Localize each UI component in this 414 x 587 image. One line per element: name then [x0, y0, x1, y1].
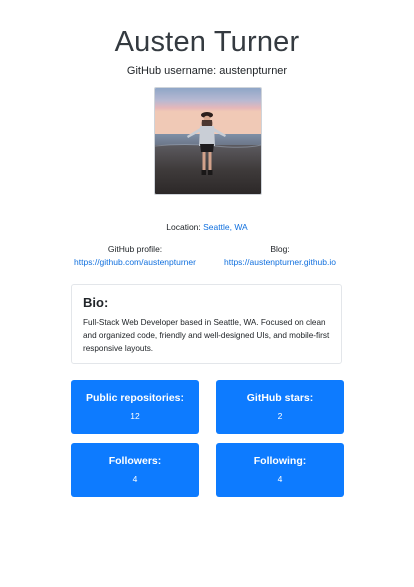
blog-link[interactable]: https://austenpturner.github.io	[224, 257, 336, 267]
location-label: Location:	[166, 222, 201, 232]
profile-name: Austen Turner	[114, 26, 300, 58]
stat-card-github-stars: GitHub stars: 2	[216, 380, 344, 434]
stat-value: 4	[277, 474, 283, 484]
blog-block: Blog: https://austenpturner.github.io	[210, 243, 350, 269]
bio-card: Bio: Full-Stack Web Developer based in S…	[71, 284, 342, 364]
profile-photo	[154, 87, 262, 195]
github-username: GitHub username: austenpturner	[126, 65, 288, 77]
location-link[interactable]: Seattle, WA	[203, 222, 248, 232]
stat-value: 12	[130, 411, 140, 421]
blog-label: Blog:	[270, 244, 290, 254]
location: Location: Seattle, WA	[0, 222, 414, 232]
stat-card-followers: Followers: 4	[71, 443, 199, 497]
github-profile-label: GitHub profile:	[107, 244, 163, 254]
github-profile-link[interactable]: https://github.com/austenpturner	[74, 257, 196, 267]
profile-page: Austen Turner GitHub username: austenptu…	[0, 0, 414, 587]
stat-label: Following:	[253, 455, 307, 467]
stat-label: Followers:	[108, 455, 162, 467]
bio-title: Bio:	[83, 295, 109, 310]
stat-value: 2	[277, 411, 283, 421]
stat-card-following: Following: 4	[216, 443, 344, 497]
github-profile-block: GitHub profile: https://github.com/auste…	[61, 243, 209, 269]
bio-text: Full-Stack Web Developer based in Seattl…	[83, 318, 330, 353]
stat-value: 4	[132, 474, 138, 484]
stat-label: Public repositories:	[85, 392, 185, 404]
stat-label: GitHub stars:	[246, 392, 314, 404]
stat-card-public-repositories: Public repositories: 12	[71, 380, 199, 434]
